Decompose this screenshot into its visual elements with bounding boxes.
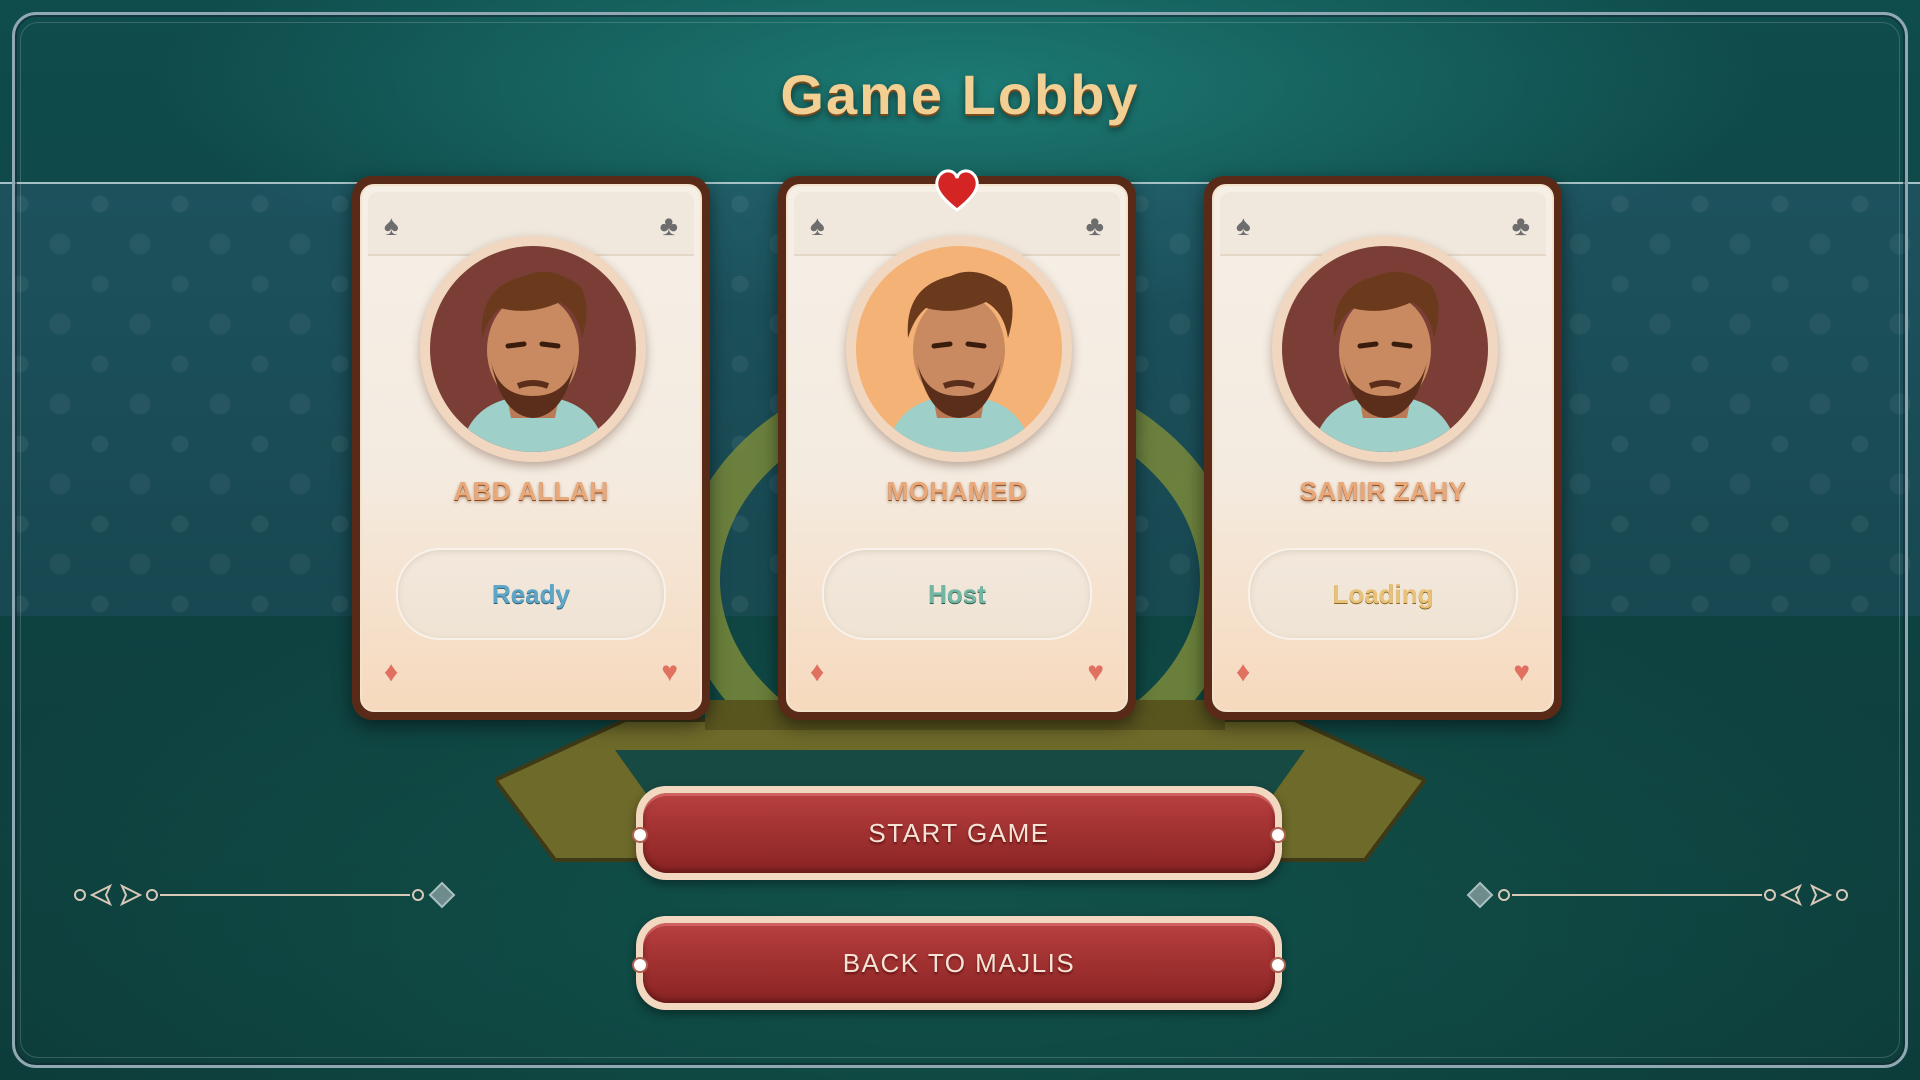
avatar xyxy=(1282,246,1488,452)
player-name: ABD ALLAH xyxy=(453,476,609,506)
heart-icon: ♥ xyxy=(1513,656,1530,687)
player-card[interactable]: ♠ ♣ ABD ALLAH Ready ♦ ♥ xyxy=(352,176,710,720)
card-face: ♠ ♣ SAMIR ZAHY Loading ♦ ♥ xyxy=(1212,184,1554,712)
host-heart-icon xyxy=(935,169,979,212)
spade-icon: ♠ xyxy=(810,210,825,241)
spade-icon: ♠ xyxy=(384,210,399,241)
club-icon: ♣ xyxy=(1085,210,1104,241)
button-ornament-right xyxy=(1270,957,1286,973)
lobby-title: Game Lobby xyxy=(780,63,1140,126)
avatar-ring xyxy=(420,236,646,462)
button-ornament-right xyxy=(1270,827,1286,843)
heart-icon: ♥ xyxy=(1087,656,1104,687)
player-status-badge: Loading xyxy=(1248,548,1518,640)
start-game-label: START GAME xyxy=(643,793,1275,873)
player-card[interactable]: ♠ ♣ MOHAMED Host ♦ ♥ xyxy=(778,169,1136,720)
avatar xyxy=(856,246,1062,452)
player-name: MOHAMED xyxy=(886,476,1028,506)
avatar-ring xyxy=(846,236,1072,462)
avatar-ring xyxy=(1272,236,1498,462)
right-flourish-ornament xyxy=(1466,881,1848,909)
diamond-icon: ♦ xyxy=(1236,656,1251,687)
left-flourish-ornament xyxy=(74,881,456,909)
diamond-icon: ♦ xyxy=(384,656,399,687)
spade-icon: ♠ xyxy=(1236,210,1251,241)
player-status-badge: Host xyxy=(822,548,1092,640)
back-to-majlis-button[interactable]: BACK TO MAJLIS xyxy=(632,916,1286,1010)
button-ornament-left xyxy=(632,957,648,973)
back-to-majlis-label: BACK TO MAJLIS xyxy=(643,923,1275,1003)
avatar xyxy=(430,246,636,452)
start-game-button[interactable]: START GAME xyxy=(632,786,1286,880)
club-icon: ♣ xyxy=(659,210,678,241)
card-face: ♠ ♣ ABD ALLAH Ready ♦ ♥ xyxy=(360,184,702,712)
diamond-icon: ♦ xyxy=(810,656,825,687)
club-icon: ♣ xyxy=(1511,210,1530,241)
player-card[interactable]: ♠ ♣ SAMIR ZAHY Loading ♦ ♥ xyxy=(1204,176,1562,720)
player-name: SAMIR ZAHY xyxy=(1299,476,1467,506)
player-status-badge: Ready xyxy=(396,548,666,640)
card-face: ♠ ♣ MOHAMED Host ♦ ♥ xyxy=(786,184,1128,712)
button-ornament-left xyxy=(632,827,648,843)
heart-icon: ♥ xyxy=(661,656,678,687)
